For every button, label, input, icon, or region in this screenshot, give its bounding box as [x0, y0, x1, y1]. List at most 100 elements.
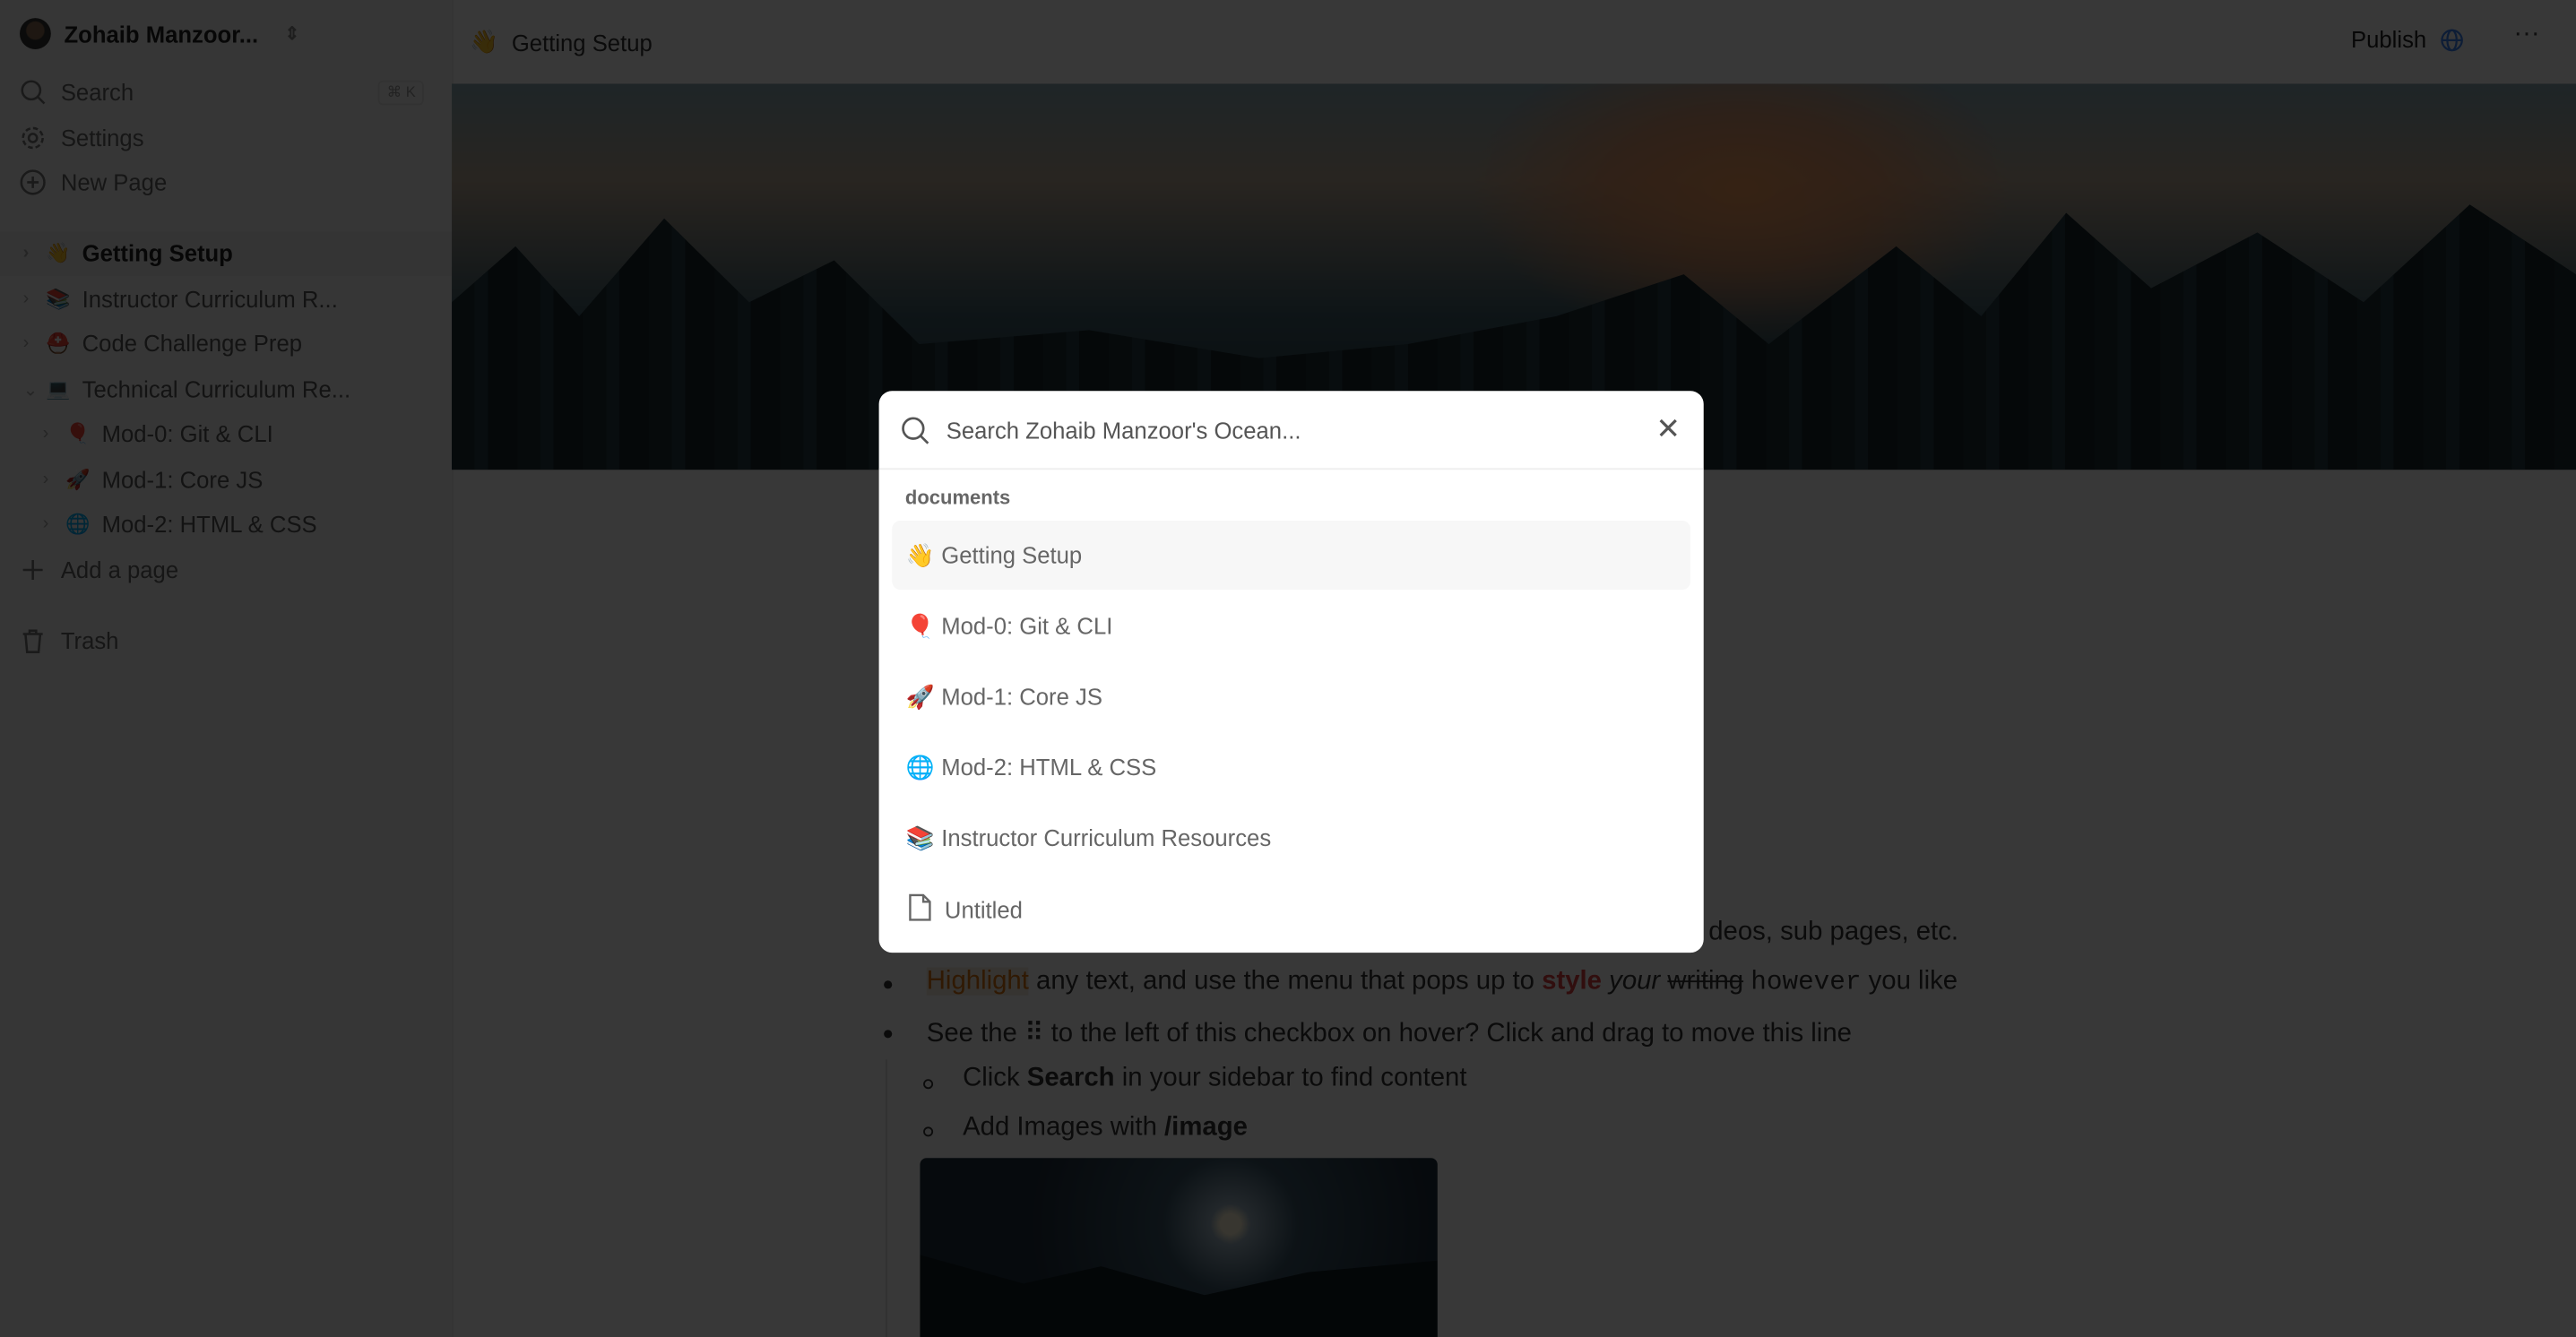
page-label: Instructor Curriculum R... — [82, 285, 338, 313]
chevron-right-icon[interactable]: › — [43, 470, 66, 489]
content-line-search: Click Search in your sidebar to find con… — [963, 1065, 1466, 1094]
section-label: documents — [904, 486, 1011, 510]
result-label: Untitled — [944, 896, 1023, 924]
page-emoji-icon: 💻 — [46, 377, 71, 401]
text: Add Images with — [963, 1113, 1165, 1142]
italic-text: your — [1609, 967, 1661, 996]
sidebar-trash[interactable]: Trash — [20, 627, 424, 653]
page-label: Mod-2: HTML & CSS — [101, 511, 317, 538]
search-result[interactable]: 🎈 Mod-0: Git & CLI — [892, 591, 1690, 660]
page-label: Getting Setup — [82, 239, 233, 266]
chevron-right-icon[interactable]: › — [23, 333, 47, 353]
publish-label: Publish — [2351, 26, 2427, 53]
sub-bullet — [923, 1079, 934, 1090]
sidebar-new-page-label: New Page — [60, 168, 168, 196]
sidebar-search[interactable]: Search ⌘ K — [20, 79, 424, 105]
add-page-label: Add a page — [60, 556, 179, 583]
trash-label: Trash — [60, 627, 119, 654]
search-result[interactable]: 👋 Getting Setup — [892, 521, 1691, 591]
search-input[interactable] — [943, 414, 1607, 444]
search-icon — [902, 416, 929, 444]
sidebar-add-page[interactable]: Add a page — [20, 556, 424, 583]
plus-icon — [22, 560, 43, 581]
bullet — [884, 1030, 893, 1039]
page-title: Getting Setup — [511, 29, 653, 56]
result-label: Instructor Curriculum Resources — [941, 824, 1272, 851]
content-line-partial: deos, sub pages, etc. — [1708, 918, 1959, 946]
chevron-up-down-icon: ⇕ — [284, 24, 300, 45]
shortcut-badge: ⌘ K — [378, 79, 424, 105]
page-emoji-icon: 👋 — [905, 540, 935, 568]
bold-text: /image — [1164, 1113, 1248, 1142]
styled-text: style — [1542, 967, 1602, 996]
sidebar-item-mod-0[interactable]: › 🎈 Mod-0: Git & CLI — [43, 420, 273, 446]
sidebar: Zohaib Manzoor... ⇕ Search ⌘ K Settings … — [0, 0, 454, 1337]
search-bar: ✕ — [878, 391, 1704, 470]
chevron-down-icon[interactable]: ⌄ — [23, 378, 47, 400]
search-result[interactable]: Untitled — [892, 876, 1690, 945]
sub-bullet — [923, 1126, 934, 1137]
sidebar-item-mod-1[interactable]: › 🚀 Mod-1: Core JS — [43, 467, 264, 493]
page-emoji-icon: 🚀 — [905, 682, 935, 709]
page-emoji-icon: 🚀 — [65, 468, 91, 492]
workspace-switcher[interactable]: Zohaib Manzoor... ⇕ — [19, 18, 300, 49]
page-emoji-icon: 🌐 — [905, 753, 935, 780]
content-line-highlight: Highlight any text, and use the menu tha… — [926, 967, 1958, 997]
text: any text, and use the menu that pops up … — [1028, 967, 1543, 996]
top-bar: 👋 Getting Setup Publish ··· — [454, 0, 2576, 83]
content-line-drag: See the ⠿ to the left of this checkbox o… — [926, 1020, 1852, 1048]
indent-guide — [885, 1059, 887, 1337]
page-emoji-icon: 🌐 — [65, 512, 91, 536]
result-label: Getting Setup — [941, 541, 1083, 569]
sidebar-search-label: Search — [60, 78, 134, 106]
sidebar-settings-label: Settings — [60, 125, 144, 151]
sidebar-settings[interactable]: Settings — [20, 125, 424, 151]
sidebar-new-page[interactable]: New Page — [20, 169, 424, 195]
page-label: Mod-1: Core JS — [101, 466, 264, 493]
more-options-icon[interactable]: ··· — [2513, 20, 2539, 49]
page-label: Technical Curriculum Re... — [82, 375, 351, 403]
publish-button[interactable]: Publish — [2351, 26, 2464, 53]
page-emoji-icon: 👋 — [46, 241, 71, 265]
page-emoji-icon: ⛑️ — [46, 332, 71, 355]
search-icon — [21, 80, 46, 105]
sidebar-item-getting-setup[interactable]: › 👋 Getting Setup — [23, 240, 233, 266]
result-label: Mod-2: HTML & CSS — [941, 754, 1157, 781]
text: in your sidebar to find content — [1114, 1064, 1467, 1092]
search-result[interactable]: 🚀 Mod-1: Core JS — [892, 662, 1690, 731]
file-icon — [899, 893, 942, 927]
page-emoji-icon: 👋 — [470, 28, 499, 55]
globe-icon — [2441, 28, 2463, 51]
page-label: Code Challenge Prep — [82, 330, 303, 357]
bullet — [884, 980, 893, 989]
sidebar-item-technical-curriculum[interactable]: ⌄ 💻 Technical Curriculum Re... — [23, 376, 350, 402]
plus-circle-icon — [20, 169, 46, 195]
chevron-right-icon[interactable]: › — [43, 424, 66, 444]
text: you like — [1861, 967, 1958, 996]
page-emoji-icon: 🎈 — [65, 422, 91, 445]
strike-text: writing — [1667, 967, 1744, 996]
search-result[interactable]: 📚 Instructor Curriculum Resources — [892, 803, 1690, 872]
bold-text: Search — [1026, 1064, 1115, 1092]
search-result[interactable]: 🌐 Mod-2: HTML & CSS — [892, 732, 1690, 801]
page-emoji-icon: 📚 — [905, 824, 935, 850]
workspace-name: Zohaib Manzoor... — [64, 20, 259, 47]
avatar — [19, 18, 51, 49]
chevron-right-icon[interactable]: › — [23, 243, 47, 263]
sidebar-item-mod-2[interactable]: › 🌐 Mod-2: HTML & CSS — [43, 511, 317, 537]
gear-icon — [22, 126, 44, 150]
page-emoji-icon: 🎈 — [905, 611, 935, 639]
text: Click — [963, 1064, 1027, 1092]
sidebar-item-instructor-curriculum[interactable]: › 📚 Instructor Curriculum R... — [23, 286, 338, 312]
sidebar-item-code-challenge-prep[interactable]: › ⛑️ Code Challenge Prep — [23, 330, 302, 356]
result-label: Mod-0: Git & CLI — [941, 612, 1113, 639]
code-text: however — [1750, 967, 1862, 997]
close-icon[interactable]: ✕ — [1655, 412, 1681, 446]
content-line-image: Add Images with /image — [963, 1114, 1248, 1143]
chevron-right-icon[interactable]: › — [23, 289, 47, 309]
search-modal: ✕ documents 👋Getting Setup 🎈Mod-0: Git &… — [878, 391, 1704, 953]
chevron-right-icon[interactable]: › — [43, 514, 66, 534]
page-label: Mod-0: Git & CLI — [101, 420, 273, 447]
breadcrumb[interactable]: 👋 Getting Setup — [470, 28, 653, 56]
result-label: Mod-1: Core JS — [941, 683, 1102, 710]
